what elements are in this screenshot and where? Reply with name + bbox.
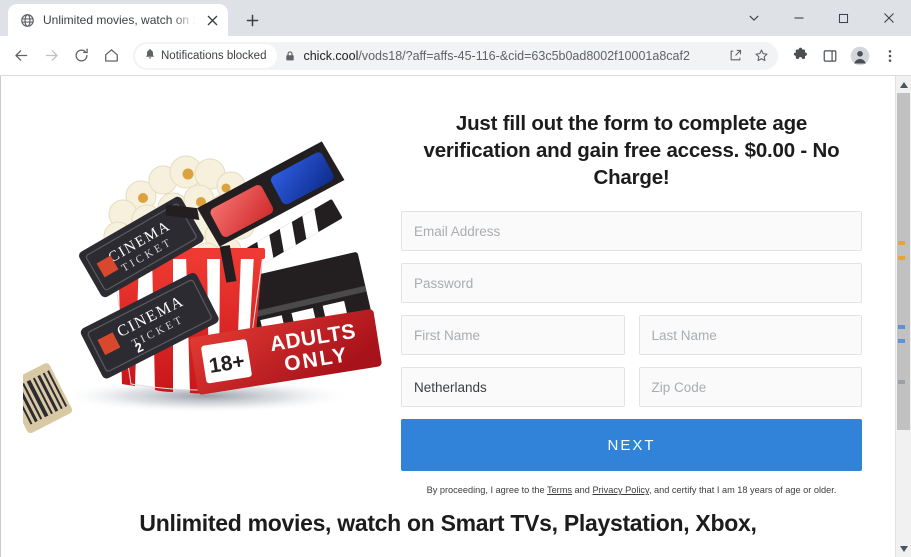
globe-icon [19, 12, 35, 28]
first-name-field[interactable]: First Name [401, 315, 625, 356]
home-icon[interactable] [97, 42, 125, 70]
legal-disclaimer: By proceeding, I agree to the Terms and … [401, 484, 862, 497]
disclaimer-middle: and [572, 485, 593, 496]
page-scrollbar[interactable] [895, 76, 911, 557]
form-row-password: Password [401, 263, 862, 304]
privacy-policy-link[interactable]: Privacy Policy [592, 485, 649, 495]
form-row-location: Netherlands Zip Code [401, 367, 862, 408]
scroll-up-arrow[interactable] [896, 76, 911, 93]
form-row-name: First Name Last Name [401, 315, 862, 356]
notifications-blocked-label: Notifications blocked [161, 49, 267, 62]
puzzle-piece-icon[interactable] [786, 42, 814, 70]
form-row-email: Email Address [401, 211, 862, 252]
disclaimer-prefix: By proceeding, I agree to the [426, 485, 547, 496]
lock-icon[interactable] [277, 50, 303, 62]
browser-tab[interactable]: Unlimited movies, watch on Sma [8, 4, 228, 36]
scrollbar-track[interactable] [896, 93, 911, 540]
url-path: /vods18/?aff=affs-45-116-&cid=63c5b0ad80… [358, 48, 690, 63]
scrollbar-find-mark [898, 241, 905, 245]
reload-icon[interactable] [67, 42, 95, 70]
page-headline: Just fill out the form to complete age v… [423, 112, 840, 190]
tab-title: Unlimited movies, watch on Sma [43, 13, 196, 27]
close-window-button[interactable] [866, 2, 911, 35]
bell-icon [144, 47, 156, 65]
share-icon[interactable] [722, 43, 748, 69]
email-field[interactable]: Email Address [401, 211, 862, 252]
star-icon[interactable] [748, 43, 774, 69]
close-icon[interactable] [204, 12, 220, 28]
window-controls [731, 0, 911, 36]
address-bar[interactable]: Notifications blocked chick.cool/vods18/… [133, 41, 778, 70]
scrollbar-find-mark [898, 256, 905, 260]
terms-link[interactable]: Terms [547, 485, 572, 495]
url-text: chick.cool/vods18/?aff=affs-45-116-&cid=… [303, 49, 722, 63]
page-viewport: CINEMA TICKET CINEMA TICKET 2 18+ ADULTS… [0, 76, 911, 557]
hero-illustration-column: CINEMA TICKET CINEMA TICKET 2 18+ ADULTS… [1, 94, 401, 496]
scrollbar-find-mark [898, 380, 905, 384]
browser-toolbar: Notifications blocked chick.cool/vods18/… [0, 36, 911, 76]
back-arrow-icon[interactable] [7, 42, 35, 70]
new-tab-button[interactable] [238, 6, 266, 34]
scrollbar-find-mark [898, 339, 905, 343]
notifications-blocked-chip[interactable]: Notifications blocked [135, 43, 278, 68]
tab-strip: Unlimited movies, watch on Sma [0, 0, 911, 36]
signup-form-column: Just fill out the form to complete age v… [401, 94, 895, 496]
side-panel-icon[interactable] [816, 42, 844, 70]
password-field[interactable]: Password [401, 263, 862, 304]
web-page-content: CINEMA TICKET CINEMA TICKET 2 18+ ADULTS… [0, 76, 895, 557]
minimize-button[interactable] [776, 2, 821, 35]
url-domain: chick.cool [303, 48, 359, 63]
profile-avatar-icon[interactable] [846, 42, 874, 70]
last-name-field[interactable]: Last Name [638, 315, 862, 356]
browser-window: Unlimited movies, watch on Sma [0, 0, 911, 557]
three-dot-menu-icon[interactable] [876, 42, 904, 70]
omnibox-actions [722, 43, 774, 69]
scroll-down-arrow[interactable] [896, 540, 911, 557]
cinema-popcorn-illustration: CINEMA TICKET CINEMA TICKET 2 18+ ADULTS… [23, 96, 393, 446]
scrollbar-find-mark [898, 325, 905, 329]
zip-code-field[interactable]: Zip Code [638, 367, 862, 408]
next-button[interactable]: NEXT [401, 419, 862, 472]
maximize-button[interactable] [821, 2, 866, 35]
disclaimer-suffix: , and certify that I am 18 years of age … [648, 485, 837, 496]
hero-section: CINEMA TICKET CINEMA TICKET 2 18+ ADULTS… [1, 76, 895, 496]
tab-search-button[interactable] [731, 2, 776, 35]
forward-arrow-icon [37, 42, 65, 70]
bottom-headline: Unlimited movies, watch on Smart TVs, Pl… [139, 510, 757, 536]
country-field[interactable]: Netherlands [401, 367, 625, 408]
